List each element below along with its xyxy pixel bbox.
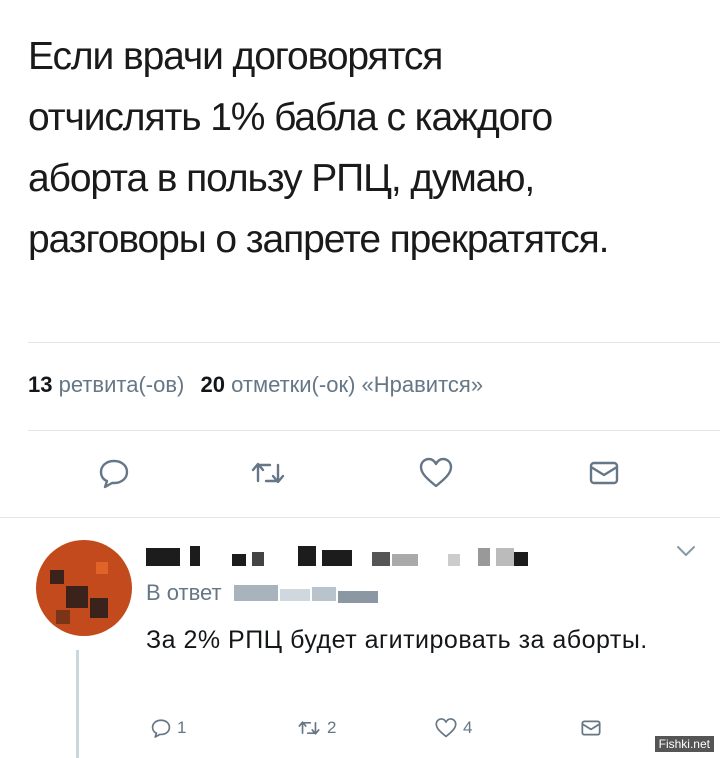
avatar[interactable]: [36, 540, 132, 636]
in-reply-to-label: В ответ: [146, 580, 222, 605]
in-reply-to: В ответ: [146, 580, 384, 606]
retweet-count[interactable]: 13: [28, 372, 52, 397]
reply-count: 1: [177, 718, 187, 737]
divider: [28, 430, 720, 431]
retweet-button[interactable]: [250, 455, 286, 491]
reply-button[interactable]: 1: [150, 714, 186, 742]
like-icon: [435, 718, 457, 738]
like-icon: [419, 457, 453, 488]
like-button[interactable]: 4: [434, 714, 472, 742]
thread-line: [76, 650, 79, 758]
retweet-icon: [251, 462, 285, 484]
divider: [28, 342, 720, 343]
like-label[interactable]: отметки(-ок) «Нравится»: [231, 372, 483, 397]
reply-handle-redacted[interactable]: [233, 585, 384, 604]
like-count[interactable]: 20: [201, 372, 225, 397]
retweet-count: 2: [327, 718, 337, 737]
like-button[interactable]: [418, 455, 454, 491]
message-icon: [589, 461, 619, 485]
message-icon: [581, 720, 601, 736]
divider: [0, 517, 720, 518]
tweet-text: Если врачи договорятся отчислять 1% бабл…: [28, 35, 610, 261]
reply-icon: [99, 459, 129, 489]
tweet-stats: 13 ретвита(-ов) 20 отметки(-ок) «Нравитс…: [28, 372, 483, 398]
watermark: Fishki.net: [654, 736, 714, 752]
like-count: 4: [463, 718, 473, 737]
retweet-icon: [298, 721, 320, 735]
reply-text: За 2% РПЦ будет агитировать за аборты.: [146, 626, 648, 654]
message-button[interactable]: [580, 714, 602, 742]
retweet-button[interactable]: 2: [296, 714, 336, 742]
chevron-down-icon[interactable]: [676, 544, 696, 558]
message-button[interactable]: [586, 455, 622, 491]
reply-icon: [151, 719, 171, 738]
retweet-label[interactable]: ретвита(-ов): [59, 372, 185, 397]
reply-button[interactable]: [96, 455, 132, 491]
